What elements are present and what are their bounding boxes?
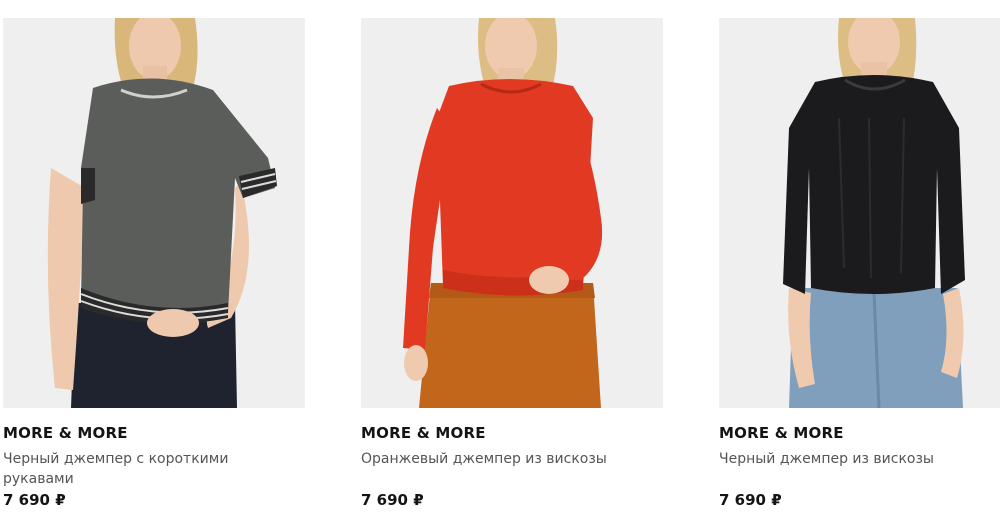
product-brand[interactable]: MORE & MORE bbox=[719, 424, 1000, 442]
product-price: 7 690 ₽ bbox=[361, 491, 424, 509]
product-price: 7 690 ₽ bbox=[719, 491, 782, 509]
product-title[interactable]: Черный джемпер с короткими рукавами bbox=[3, 449, 263, 489]
model-photo-black-sweater bbox=[719, 18, 1000, 408]
model-photo-orange-sweater bbox=[361, 18, 663, 408]
product-card[interactable]: MORE & MORE Оранжевый джемпер из вискозы… bbox=[361, 18, 663, 509]
product-title[interactable]: Черный джемпер из вискозы bbox=[719, 449, 979, 489]
product-brand[interactable]: MORE & MORE bbox=[361, 424, 663, 442]
product-price: 7 690 ₽ bbox=[3, 491, 66, 509]
product-card[interactable]: MORE & MORE Черный джемпер из вискозы 7 … bbox=[719, 18, 1000, 509]
product-title[interactable]: Оранжевый джемпер из вискозы bbox=[361, 449, 621, 489]
product-image[interactable] bbox=[3, 18, 305, 408]
product-image[interactable] bbox=[719, 18, 1000, 408]
product-image[interactable] bbox=[361, 18, 663, 408]
model-photo-grey-sweater bbox=[3, 18, 305, 408]
product-brand[interactable]: MORE & MORE bbox=[3, 424, 305, 442]
product-card[interactable]: MORE & MORE Черный джемпер с короткими р… bbox=[3, 18, 305, 509]
product-grid: MORE & MORE Черный джемпер с короткими р… bbox=[0, 0, 1000, 522]
